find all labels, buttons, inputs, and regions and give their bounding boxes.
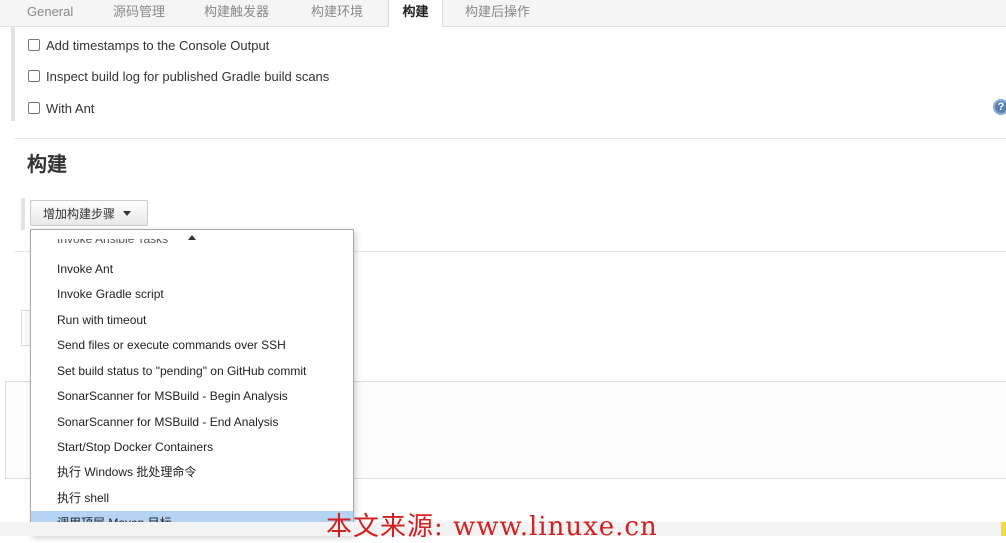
tab-scm[interactable]: 源码管理 xyxy=(113,0,165,26)
dropdown-item-sonar-end[interactable]: SonarScanner for MSBuild - End Analysis xyxy=(31,410,353,435)
tab-build-triggers[interactable]: 构建触发器 xyxy=(204,0,269,26)
timestamps-label: Add timestamps to the Console Output xyxy=(46,37,270,53)
tab-build-environment[interactable]: 构建环境 xyxy=(311,0,363,26)
section-bar xyxy=(11,27,15,121)
gradle-scans-checkbox[interactable] xyxy=(28,70,40,82)
add-build-step-label: 增加构建步骤 xyxy=(43,206,116,221)
option-with-ant[interactable]: With Ant xyxy=(28,98,94,118)
tab-general[interactable]: General xyxy=(27,0,73,26)
option-timestamps[interactable]: Add timestamps to the Console Output xyxy=(28,35,269,55)
dropdown-item-docker[interactable]: Start/Stop Docker Containers xyxy=(31,435,353,460)
dropdown-item-invoke-gradle[interactable]: Invoke Gradle script xyxy=(31,282,353,307)
with-ant-checkbox[interactable] xyxy=(28,102,40,114)
chevron-down-icon xyxy=(123,210,132,216)
add-build-step-button[interactable]: 增加构建步骤 xyxy=(30,200,148,226)
dropdown-item-shell[interactable]: 执行 shell xyxy=(31,486,353,511)
watermark-text: 本文来源: www.linuxe.cn xyxy=(326,512,658,542)
build-step-bar xyxy=(21,198,25,230)
dropdown-item-sonar-begin[interactable]: SonarScanner for MSBuild - Begin Analysi… xyxy=(31,384,353,409)
dropdown-item-run-timeout[interactable]: Run with timeout xyxy=(31,308,353,333)
dropdown-item-windows-batch[interactable]: 执行 Windows 批处理命令 xyxy=(31,460,353,485)
section-divider xyxy=(14,138,1006,139)
tab-build[interactable]: 构建 xyxy=(388,0,443,27)
config-tabs: General 源码管理 构建触发器 构建环境 构建 构建后操作 xyxy=(0,0,1006,27)
dropdown-item-ssh[interactable]: Send files or execute commands over SSH xyxy=(31,333,353,358)
help-icon[interactable]: ? xyxy=(993,99,1006,115)
with-ant-label: With Ant xyxy=(46,100,95,116)
timestamps-checkbox[interactable] xyxy=(28,39,40,51)
build-step-dropdown[interactable]: Invoke Ansible Tasks Invoke Ant Invoke G… xyxy=(30,229,354,536)
scroll-up-icon[interactable] xyxy=(188,235,196,240)
dropdown-partial-item: Invoke Ansible Tasks xyxy=(57,239,168,245)
yellow-marker xyxy=(1001,522,1006,536)
option-gradle-scans[interactable]: Inspect build log for published Gradle b… xyxy=(28,66,329,86)
build-section-title: 构建 xyxy=(27,152,67,176)
gradle-scans-label: Inspect build log for published Gradle b… xyxy=(46,68,330,84)
dropdown-item-invoke-ant[interactable]: Invoke Ant xyxy=(31,257,353,282)
dropdown-item-github-status[interactable]: Set build status to "pending" on GitHub … xyxy=(31,359,353,384)
tab-post-build[interactable]: 构建后操作 xyxy=(465,0,530,26)
